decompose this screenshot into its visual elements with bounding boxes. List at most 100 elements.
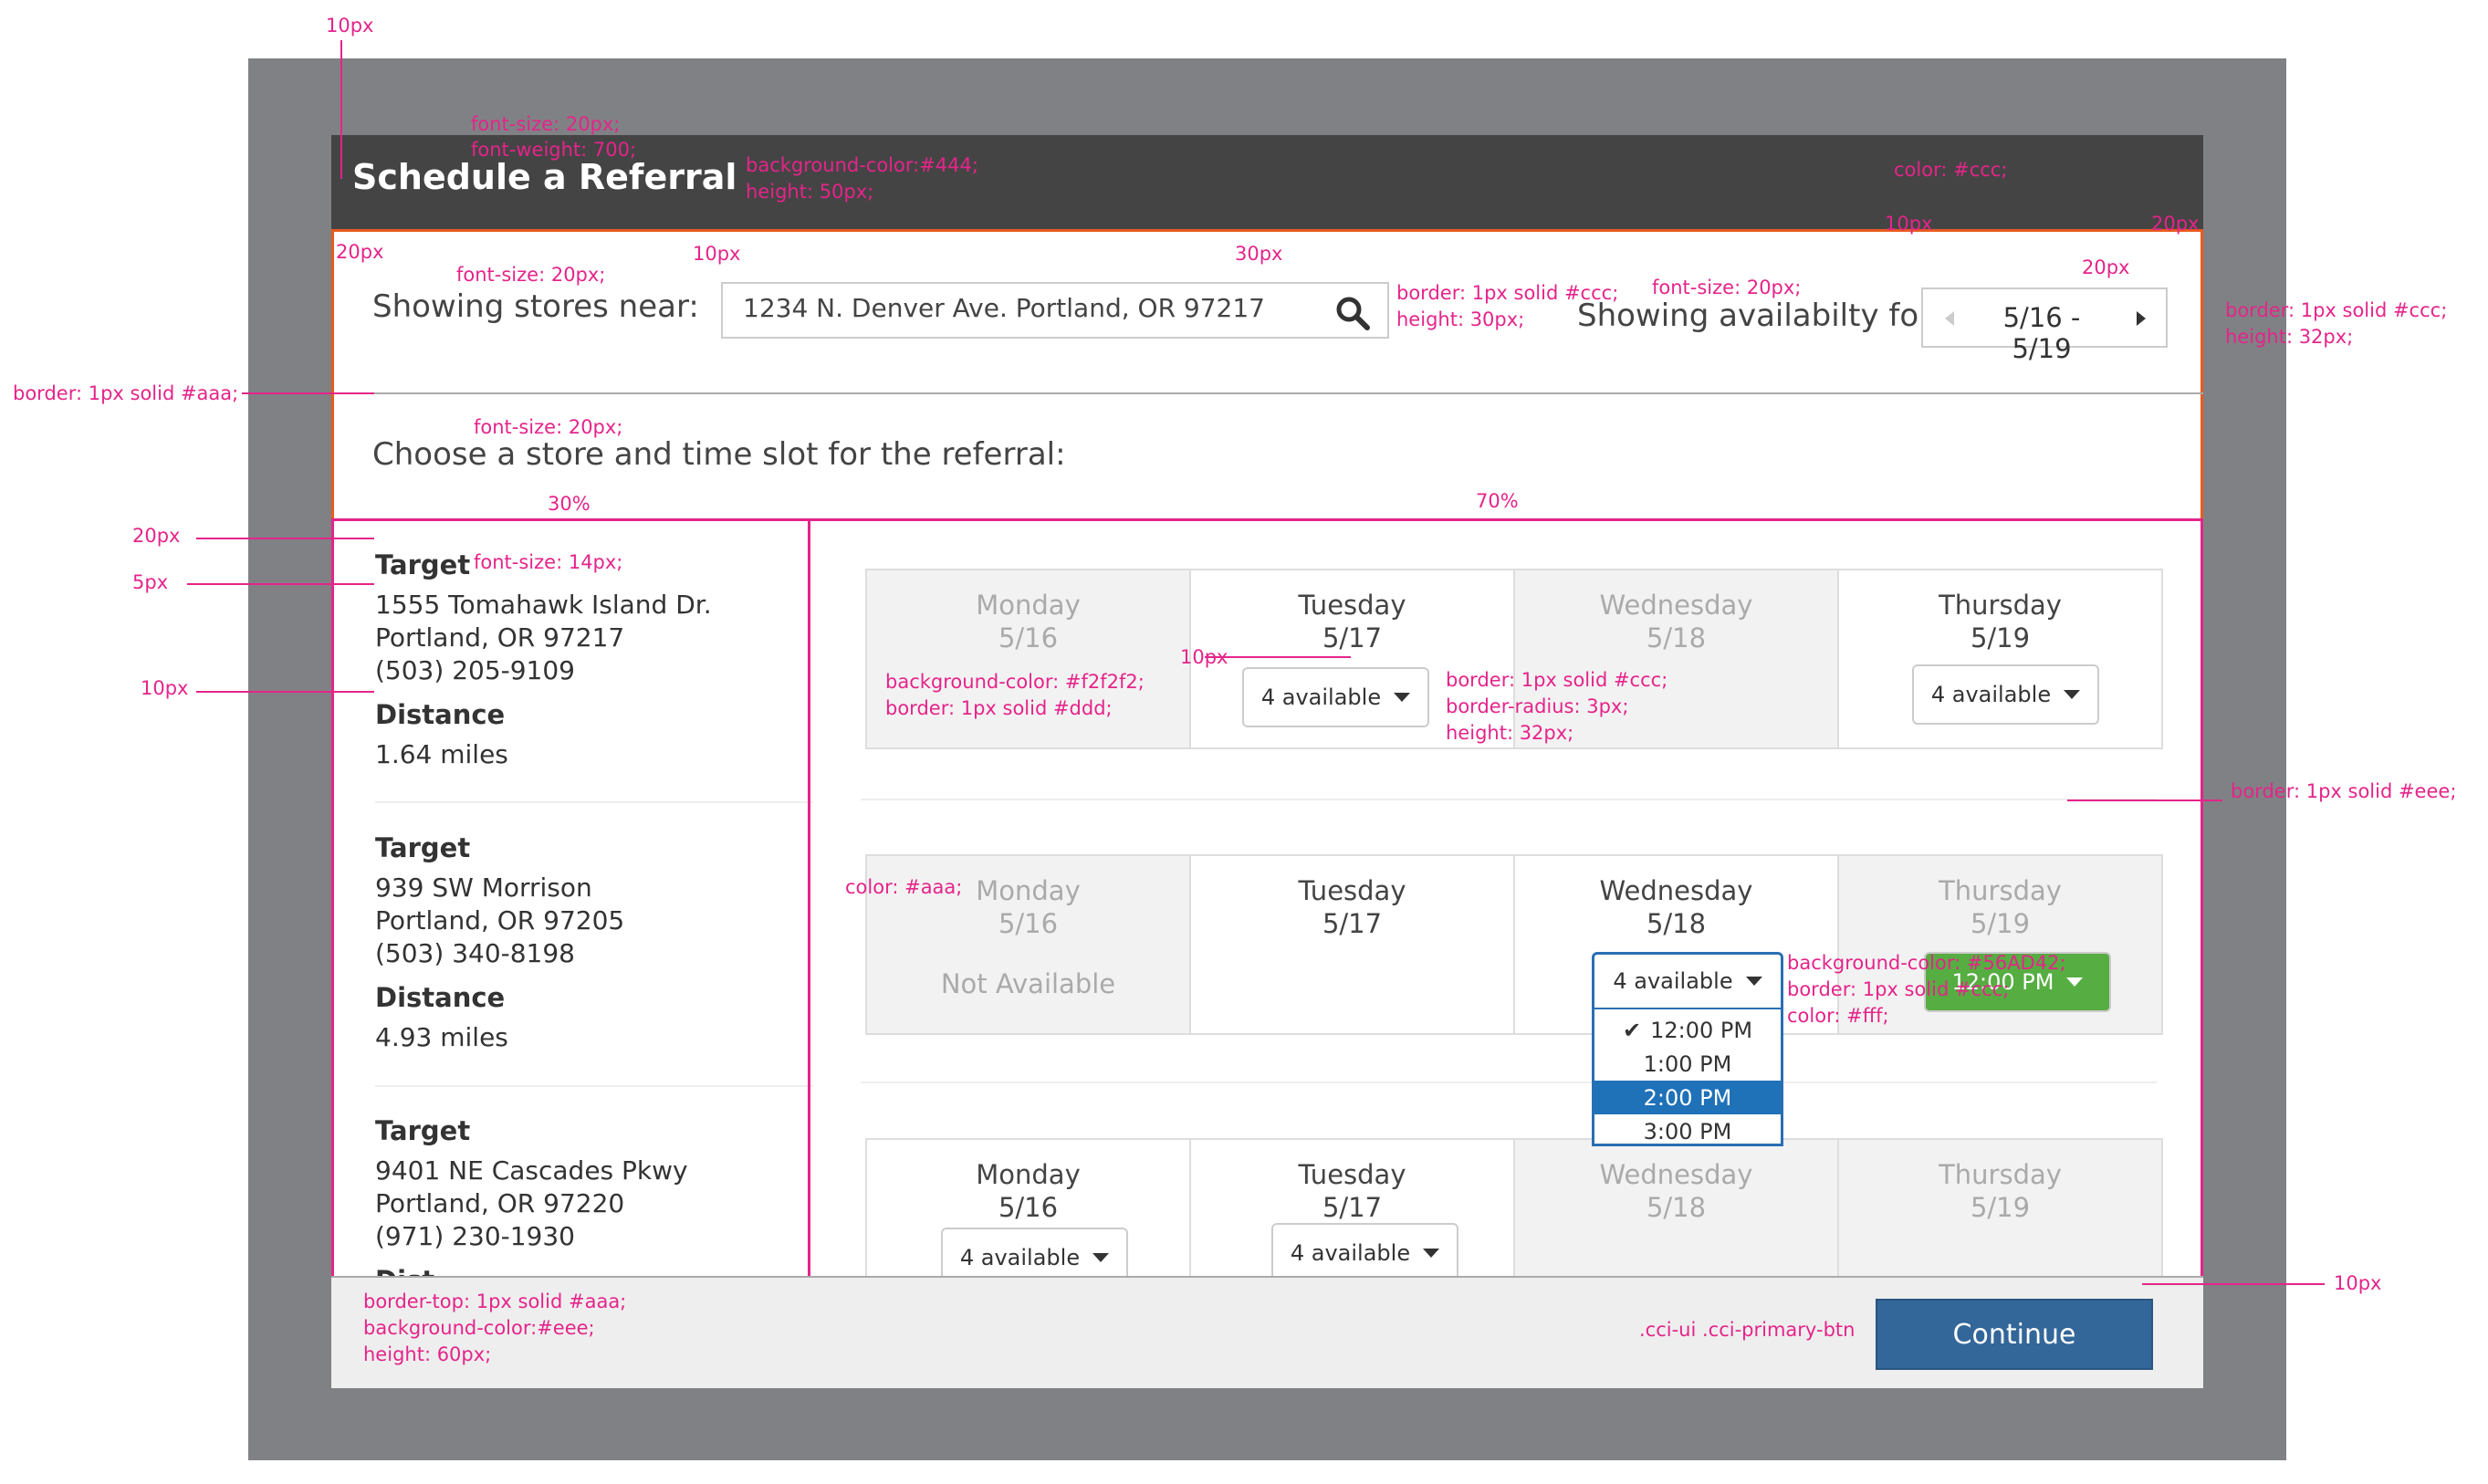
annotation: background-color: #f2f2f2;	[885, 671, 1145, 693]
top-section	[331, 229, 2203, 521]
row-separator	[861, 799, 2157, 800]
time-option[interactable]: ✔ 12:00 PM	[1594, 1013, 1781, 1047]
store-distance: 1.64 miles	[375, 739, 508, 769]
day-name: Tuesday	[1298, 590, 1406, 621]
annotation: 20px	[2151, 213, 2200, 235]
day-name: Monday	[976, 1159, 1081, 1190]
store-card[interactable]: Target 939 SW Morrison Portland, OR 9720…	[375, 831, 624, 1054]
week-navigator: 5/16 - 5/19	[1921, 287, 2168, 364]
annotation-marker	[196, 691, 374, 693]
distance-label: Distance	[375, 982, 506, 1013]
annotation: 20px	[132, 525, 181, 547]
annotation: font-size: 14px;	[474, 551, 623, 573]
time-option-highlighted[interactable]: 2:00 PM	[1594, 1081, 1781, 1114]
annotation: 20px	[336, 241, 384, 263]
row-separator	[861, 1082, 2157, 1083]
next-week-icon[interactable]	[2135, 309, 2148, 328]
day-date: 5/19	[1970, 1192, 2031, 1223]
caret-down-icon	[1092, 1253, 1110, 1262]
store-city: Portland, OR 97205	[375, 905, 625, 935]
day-name: Thursday	[1939, 590, 2062, 621]
store-distance: 4.93 miles	[375, 1022, 508, 1052]
time-option[interactable]: 3:00 PM	[1594, 1114, 1781, 1148]
store-separator	[375, 1085, 813, 1087]
stage: Schedule a Referral Showing stores near:…	[0, 0, 2488, 1484]
annotation: border-radius: 3px;	[1446, 695, 1629, 717]
slot-dropdown[interactable]: 4 available	[1242, 667, 1429, 727]
annotation-marker	[2067, 799, 2222, 801]
day-name: Thursday	[1939, 1159, 2062, 1190]
caret-down-icon	[1423, 1249, 1440, 1258]
annotation: 10px	[141, 677, 189, 699]
check-icon: ✔	[1622, 1017, 1642, 1043]
annotation: 10px	[1885, 213, 1933, 235]
day-name: Tuesday	[1298, 1159, 1406, 1190]
caret-down-icon	[2064, 690, 2081, 699]
slot-dropdown[interactable]: 4 available	[1271, 1223, 1458, 1283]
not-available-text: Not Available	[940, 968, 1116, 999]
address-input[interactable]	[743, 293, 1291, 323]
annotation-marker	[2142, 1283, 2325, 1285]
store-street: 9401 NE Cascades Pkwy	[375, 1155, 688, 1186]
day-date: 5/19	[1970, 908, 2031, 939]
day-name: Wednesday	[1599, 875, 1753, 906]
store-street: 1555 Tomahawk Island Dr.	[375, 590, 712, 620]
distance-label: Distance	[375, 699, 506, 730]
annotation-marker	[196, 538, 374, 539]
annotation: font-size: 20px;	[471, 113, 621, 135]
store-phone: (503) 205-9109	[375, 655, 575, 685]
slot-dropdown-label: 4 available	[1613, 968, 1733, 994]
day-date: 5/17	[1322, 1192, 1383, 1223]
annotation: 30%	[548, 493, 591, 515]
primary-btn-class-note: .cci-ui .cci-primary-btn	[1639, 1319, 1856, 1341]
annotation: background-color:#eee;	[363, 1317, 595, 1339]
store-phone: (971) 230-1930	[375, 1221, 575, 1251]
annotation: border: 1px solid #ddd;	[885, 697, 1113, 719]
annotation: height: 32px;	[1446, 722, 1574, 744]
day-date: 5/17	[1322, 622, 1383, 653]
time-option[interactable]: 1:00 PM	[1594, 1047, 1781, 1081]
annotation: font-size: 20px;	[474, 416, 623, 438]
annotation: background-color: #56AD42;	[1787, 952, 2066, 974]
day-date: 5/18	[1646, 908, 1707, 939]
annotation: font-size: 20px;	[456, 264, 606, 286]
annotation: 10px	[326, 15, 374, 37]
store-name: Target	[375, 832, 471, 863]
annotation: height: 32px;	[2225, 326, 2354, 348]
annotation: border: 1px solid #ccc;	[2225, 299, 2448, 321]
slot-dropdown[interactable]: 4 available	[1912, 664, 2099, 725]
prev-week-icon[interactable]	[1943, 309, 1956, 328]
referral-modal: Schedule a Referral Showing stores near:…	[331, 135, 2203, 1388]
store-list-panel: Target 1555 Tomahawk Island Dr. Portland…	[331, 518, 813, 1296]
caret-down-icon	[1394, 693, 1411, 702]
store-card[interactable]: Target 1555 Tomahawk Island Dr. Portland…	[375, 549, 712, 771]
store-prompt: Choose a store and time slot for the ref…	[372, 436, 1066, 473]
caret-down-icon	[1745, 977, 1762, 986]
annotation: font-size: 20px;	[1652, 277, 1802, 298]
slot-dropdown-label: 4 available	[1930, 682, 2052, 707]
store-name: Target	[375, 1115, 471, 1146]
annotation: 30px	[1235, 243, 1283, 265]
annotation-marker	[187, 583, 374, 585]
day-cell-tuesday: Tuesday 5/17	[1189, 854, 1515, 1035]
store-separator	[375, 801, 813, 803]
day-date: 5/19	[1970, 622, 2031, 653]
section-divider	[331, 392, 2203, 394]
address-search-field[interactable]	[721, 282, 1389, 339]
annotation: 20px	[2082, 256, 2130, 278]
slot-dropdown-open[interactable]: 4 available	[1592, 952, 1783, 1010]
continue-button[interactable]: Continue	[1876, 1299, 2153, 1370]
week-range: 5/16 - 5/19	[2002, 302, 2081, 364]
annotation: border: 1px solid #ccc;	[1787, 978, 2010, 1000]
annotation: 10px	[2334, 1272, 2382, 1294]
day-date: 5/16	[998, 908, 1059, 939]
annotation: border: 1px solid #eee;	[2231, 780, 2457, 802]
annotation: height: 30px;	[1396, 308, 1525, 330]
store-city: Portland, OR 97220	[375, 1188, 625, 1218]
time-menu: ✔ 12:00 PM 1:00 PM 2:00 PM 3:00 PM	[1592, 1009, 1783, 1146]
annotation: 5px	[132, 571, 169, 593]
annotation-marker	[1205, 656, 1351, 658]
day-name: Wednesday	[1599, 590, 1753, 621]
search-icon[interactable]	[1334, 295, 1371, 331]
day-date: 5/18	[1646, 622, 1707, 653]
